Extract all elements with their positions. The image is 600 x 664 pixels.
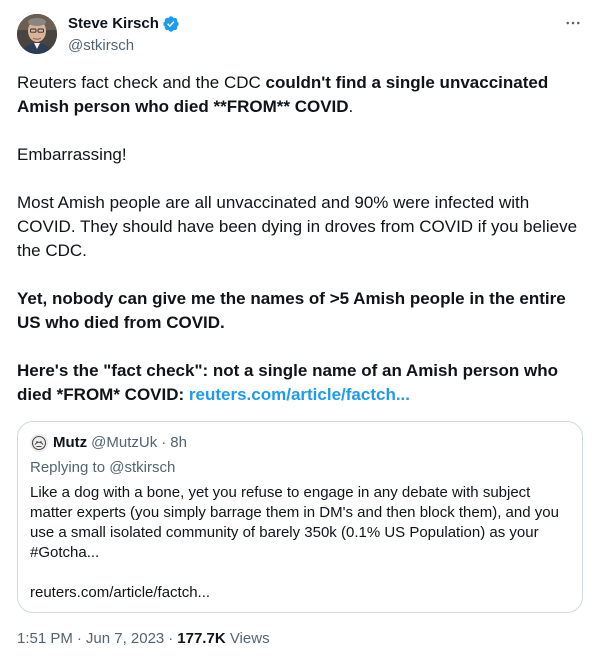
- quoted-user-avatar[interactable]: [30, 434, 48, 452]
- tweet-paragraph-1: Reuters fact check and the CDC couldn't …: [17, 71, 583, 119]
- quoted-tweet-body: Like a dog with a bone, yet you refuse t…: [30, 484, 559, 561]
- quoted-tweet-header: Mutz @MutzUk · 8h: [30, 433, 187, 453]
- tweet-text-segment: .: [348, 97, 354, 116]
- separator-dot: ·: [168, 630, 174, 647]
- tweet-paragraph-5: Here's the "fact check": not a single na…: [17, 359, 583, 407]
- more-options-button[interactable]: [560, 12, 586, 34]
- tweet-paragraph-4: Yet, nobody can give me the names of >5 …: [17, 289, 566, 332]
- quoted-tweet-time[interactable]: 8h: [170, 433, 187, 453]
- tweet-time[interactable]: 1:51 PM: [17, 630, 73, 647]
- quoted-tweet[interactable]: Mutz @MutzUk · 8h Replying to @stkirsch …: [17, 421, 583, 613]
- author-display-name[interactable]: Steve Kirsch: [68, 14, 159, 34]
- quoted-tweet-link[interactable]: reuters.com/article/factch...: [30, 583, 570, 603]
- replying-to-mention[interactable]: @stkirsch: [109, 459, 175, 476]
- author-handle[interactable]: @stkirsch: [68, 36, 180, 56]
- views-label: Views: [225, 630, 270, 647]
- author-avatar[interactable]: [17, 14, 57, 54]
- article-link[interactable]: reuters.com/article/factch...: [189, 385, 410, 404]
- separator-dot: ·: [161, 434, 167, 451]
- tweet-text-segment: Reuters fact check and the CDC: [17, 73, 266, 92]
- tweet-paragraph-2: Embarrassing!: [17, 145, 127, 164]
- replying-to-label: Replying to: [30, 459, 110, 476]
- tweet-card: Steve Kirsch @stkirsch Reuters fact chec…: [0, 0, 600, 664]
- quoted-user-name[interactable]: Mutz: [53, 433, 87, 453]
- quoted-tweet-text: Like a dog with a bone, yet you refuse t…: [30, 483, 570, 603]
- profile-photo-icon: [17, 14, 57, 54]
- tweet-date[interactable]: Jun 7, 2023: [86, 630, 164, 647]
- quoted-user-handle[interactable]: @MutzUk: [91, 433, 157, 453]
- separator-dot: ·: [76, 630, 82, 647]
- more-horizontal-icon: [566, 21, 580, 25]
- replying-to: Replying to @stkirsch: [30, 458, 175, 478]
- views-count[interactable]: 177.7K: [177, 630, 225, 647]
- tweet-meta: 1:51 PM · Jun 7, 2023 · 177.7K Views: [17, 629, 270, 649]
- verified-badge-icon[interactable]: [162, 15, 180, 33]
- quoted-user-avatar-icon: [30, 434, 48, 452]
- tweet-text: Reuters fact check and the CDC couldn't …: [17, 71, 583, 407]
- author-info: Steve Kirsch @stkirsch: [68, 14, 180, 56]
- tweet-paragraph-3: Most Amish people are all unvaccinated a…: [17, 193, 578, 260]
